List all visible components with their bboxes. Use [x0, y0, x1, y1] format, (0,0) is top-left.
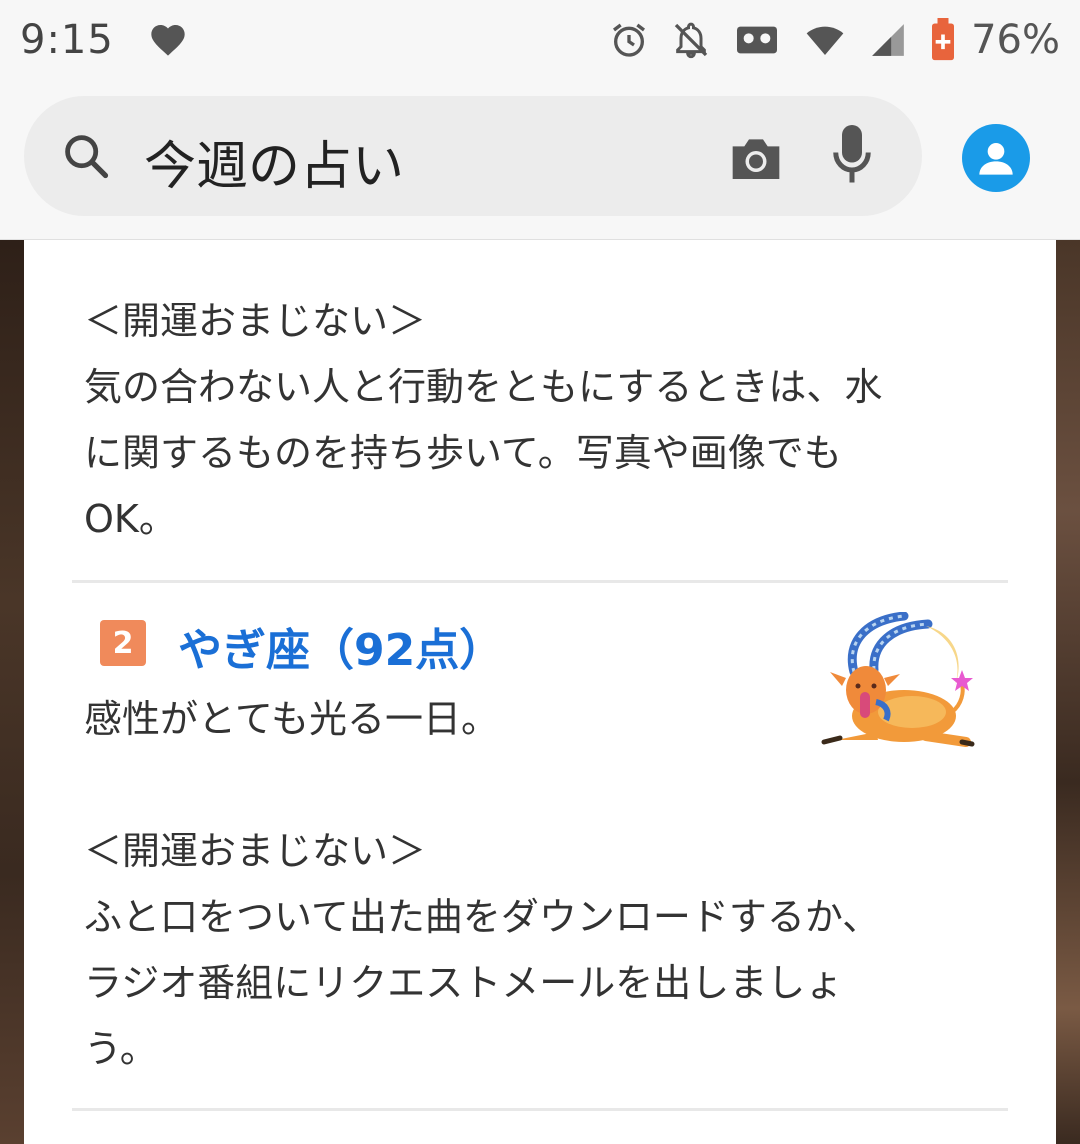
charm-heading: ＜開運おまじない＞: [84, 299, 427, 343]
account-icon: [979, 143, 1013, 175]
search-box[interactable]: 今週の占い: [24, 96, 922, 216]
background-edge-left: [0, 240, 24, 1144]
voicemail-icon: [737, 26, 778, 54]
status-bar: 9:15 76%: [0, 0, 1080, 80]
heart-icon: [151, 25, 185, 56]
charm-text-line: う。: [84, 1027, 158, 1071]
alarm-icon: [613, 23, 646, 57]
background-edge-right: [1056, 240, 1080, 1144]
search-icon[interactable]: [60, 130, 112, 182]
battery-icon: [932, 18, 955, 61]
charm-heading: ＜開運おまじない＞: [84, 829, 427, 873]
horoscope-content: ＜開運おまじない＞ 気の合わない人と行動をともにするときは、水 に関するものを持…: [24, 240, 1056, 1144]
sign-summary: 感性がとても光る一日。: [84, 697, 499, 741]
status-icons: 76%: [609, 17, 1060, 63]
divider: [72, 580, 1008, 583]
search-input[interactable]: 今週の占い: [144, 124, 404, 199]
rank-badge: 2: [100, 620, 146, 666]
status-time: 9:15: [20, 17, 114, 63]
signal-icon: [872, 24, 904, 56]
charm-text-line: OK。: [84, 497, 177, 541]
notifications-off-icon: [674, 22, 708, 59]
camera-icon[interactable]: [728, 132, 784, 184]
charm-text-line: に関するものを持ち歩いて。写真や画像でも: [84, 431, 842, 475]
charm-text-line: ラジオ番組にリクエストメールを出しましょ: [84, 961, 844, 1005]
search-header: 今週の占い: [0, 80, 1080, 240]
capricorn-goat-illustration: [821, 612, 975, 747]
charm-text-line: 気の合わない人と行動をともにするときは、水: [84, 365, 883, 409]
divider: [72, 1108, 1008, 1111]
sign-title-link[interactable]: やぎ座（92点）: [178, 614, 503, 678]
battery-percent: 76%: [971, 17, 1060, 63]
charm-text-line: ふと口をついて出た曲をダウンロードするか、: [84, 895, 881, 939]
wifi-icon: [806, 26, 844, 55]
mic-icon[interactable]: [832, 122, 872, 188]
account-avatar[interactable]: [962, 124, 1030, 192]
